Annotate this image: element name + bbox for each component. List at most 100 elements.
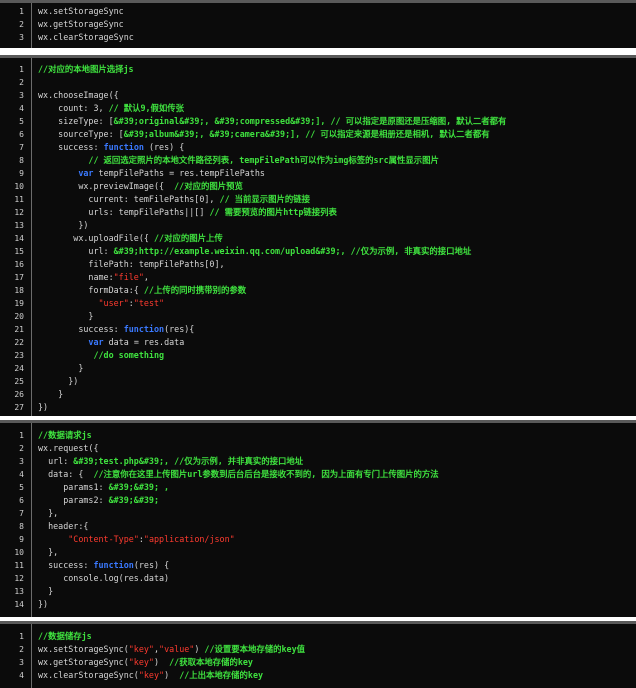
code-token: }: [38, 586, 54, 596]
line-number: 3: [19, 658, 24, 667]
code-token: function: [93, 560, 134, 570]
line-number: 7: [19, 509, 24, 518]
code-token: var: [78, 168, 94, 178]
code-line: 3 wx.getStorageSync("key") //获取本地存储的key: [0, 656, 636, 669]
code-token: wx.getStorageSync(: [38, 657, 129, 667]
code-line: 16 filePath: tempFilePaths[0],: [0, 258, 636, 271]
code-token: //对应的图片预览: [174, 181, 243, 191]
code-token: "key": [138, 670, 165, 680]
code-token: //数据储存js: [38, 631, 92, 641]
code-token: },: [38, 547, 59, 557]
code-token: ): [153, 657, 170, 667]
code-line: 5 sizeType: [&#39;original&#39;, &#39;co…: [0, 115, 636, 128]
line-number: 8: [19, 156, 24, 165]
line-number: 21: [14, 325, 24, 334]
code-token: params2:: [38, 495, 109, 505]
code-token: (res){: [164, 324, 195, 334]
code-text: params1: &#39;&#39; ,: [38, 481, 632, 494]
code-line: 8 header:{: [0, 520, 636, 533]
code-line: 10 wx.previewImage({ //对应的图片预览: [0, 180, 636, 193]
line-number: 18: [14, 286, 24, 295]
code-line: 21 success: function(res){: [0, 323, 636, 336]
code-token: data = res.data: [103, 337, 185, 347]
line-number: 4: [19, 671, 24, 680]
code-token: formData:{: [38, 285, 144, 295]
code-token: current: temFilePaths[0],: [38, 194, 220, 204]
code-line: 23 //do something: [0, 349, 636, 362]
code-line: 2: [0, 76, 636, 89]
code-text: var tempFilePaths = res.tempFilePaths: [38, 167, 632, 180]
line-number: 23: [14, 351, 24, 360]
code-text: wx.setStorageSync: [38, 5, 632, 18]
code-line: 12 console.log(res.data): [0, 572, 636, 585]
code-line: 1 wx.setStorageSync: [0, 5, 636, 18]
code-line: 1 //数据储存js: [0, 630, 636, 643]
code-text: }: [38, 585, 632, 598]
code-token: // 当前显示图片的链接: [219, 194, 311, 204]
code-token: },: [38, 508, 59, 518]
code-line: 20 }: [0, 310, 636, 323]
code-token: //对应的本地图片选择js: [38, 64, 134, 74]
code-token: "user": [98, 298, 129, 308]
code-text: header:{: [38, 520, 632, 533]
code-text: sizeType: [&#39;original&#39;, &#39;comp…: [38, 115, 632, 128]
line-number: 26: [14, 390, 24, 399]
code-token: // 返回选定照片的本地文件路径列表, tempFilePath可以作为img标…: [88, 155, 439, 165]
code-token: //上出本地存储的key: [179, 670, 264, 680]
line-number: 10: [14, 182, 24, 191]
code-token: }: [38, 363, 84, 373]
code-token: url:: [38, 246, 114, 256]
line-number: 13: [14, 221, 24, 230]
code-text: //do something: [38, 349, 632, 362]
line-number: 12: [14, 574, 24, 583]
line-number: 1: [19, 7, 24, 16]
line-number: 2: [19, 645, 24, 654]
code-text: wx.setStorageSync("key","value") //设置要本地…: [38, 643, 632, 656]
line-number: 10: [14, 548, 24, 557]
code-text: data: { //注意你在这里上传图片url参数到后台后台是接收不到的, 因为…: [38, 468, 632, 481]
code-text: success: function(res) {: [38, 559, 632, 572]
line-number: 25: [14, 377, 24, 386]
code-line: 22 var data = res.data: [0, 336, 636, 349]
code-text: }: [38, 388, 632, 401]
code-token: "key": [128, 644, 154, 654]
code-token: count: 3,: [38, 103, 109, 113]
code-token: "value": [159, 644, 195, 654]
line-number: 2: [19, 20, 24, 29]
code-line: 7 },: [0, 507, 636, 520]
code-line: 18 formData:{ //上传的同时携带别的参数: [0, 284, 636, 297]
code-line: 26 }: [0, 388, 636, 401]
code-token: sourceType: [: [38, 129, 124, 139]
code-block-storage-demo: 1 //数据储存js 2 wx.setStorageSync("key","value…: [0, 621, 636, 688]
line-number: 17: [14, 273, 24, 282]
code-token: wx.getStorageSync: [38, 19, 124, 29]
code-text: }): [38, 375, 632, 388]
code-text: count: 3, // 默认9,假如传张: [38, 102, 632, 115]
code-token: console.log(res.data): [38, 573, 170, 583]
code-lines: 1//对应的本地图片选择js 2 3 wx.chooseImage({4 count:…: [0, 58, 636, 414]
code-line: 5 params1: &#39;&#39; ,: [0, 481, 636, 494]
code-token: //注意你在这里上传图片url参数到后台后台是接收不到的, 因为上面有专门上传图…: [93, 469, 439, 479]
code-text: sourceType: [&#39;album&#39;, &#39;camer…: [38, 128, 632, 141]
code-line: 2 wx.request({: [0, 442, 636, 455]
code-lines: 1 //数据请求js 2 wx.request({3 url: &#39;test.p…: [0, 423, 636, 611]
code-text: url: &#39;http://example.weixin.qq.com/u…: [38, 245, 632, 258]
code-token: // 默认9,假如传张: [108, 103, 185, 113]
code-token: data: {: [38, 469, 94, 479]
line-number: 2: [19, 444, 24, 453]
code-token: sizeType: [: [38, 116, 114, 126]
line-number: 1: [19, 431, 24, 440]
code-token: &#39;&#39; ,: [108, 482, 170, 492]
code-text: success: function (res) {: [38, 141, 632, 154]
code-block-choose-image: 1//对应的本地图片选择js 2 3 wx.chooseImage({4 count:…: [0, 55, 636, 416]
code-text: }): [38, 598, 632, 611]
code-block-request: 1 //数据请求js 2 wx.request({3 url: &#39;test.p…: [0, 420, 636, 617]
line-number: 24: [14, 364, 24, 373]
code-text: wx.uploadFile({ //对应的图片上传: [38, 232, 632, 245]
line-number: 8: [19, 522, 24, 531]
code-line: 3 wx.clearStorageSync: [0, 31, 636, 44]
code-token: }): [38, 376, 79, 386]
line-number: 16: [14, 260, 24, 269]
code-token: //do something: [93, 350, 165, 360]
